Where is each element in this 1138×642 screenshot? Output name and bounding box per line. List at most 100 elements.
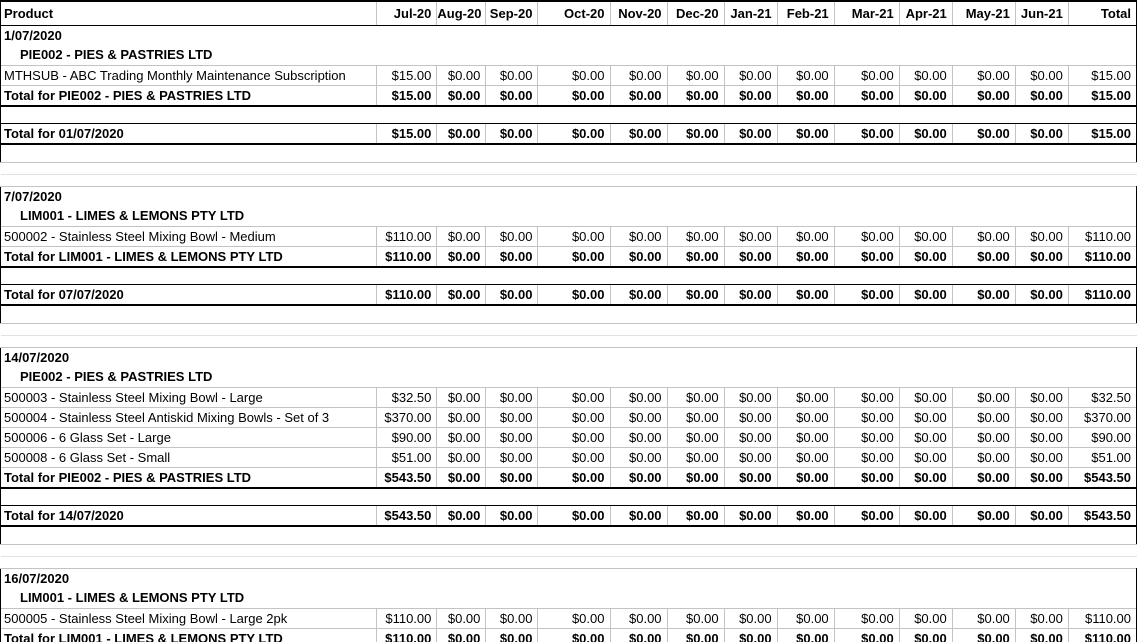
amount-cell-may-21[interactable]: $0.00 [952, 407, 1015, 427]
date-label-cell[interactable]: 1/07/2020 [1, 25, 1137, 45]
amount-cell-total[interactable]: $110.00 [1068, 246, 1136, 267]
amount-cell-apr-21[interactable]: $0.00 [899, 285, 952, 306]
amount-cell-jun-21[interactable]: $0.00 [1015, 427, 1068, 447]
amount-cell-nov-20[interactable]: $0.00 [610, 85, 667, 106]
date-label-cell[interactable]: 7/07/2020 [1, 186, 1137, 206]
amount-cell-dec-20[interactable]: $0.00 [667, 628, 724, 642]
amount-cell-nov-20[interactable]: $0.00 [610, 407, 667, 427]
amount-cell-apr-21[interactable]: $0.00 [899, 124, 952, 145]
column-header-aug-20[interactable]: Aug-20 [437, 1, 486, 25]
amount-cell-jun-21[interactable]: $0.00 [1015, 65, 1068, 85]
amount-cell-apr-21[interactable]: $0.00 [899, 608, 952, 628]
amount-cell-nov-20[interactable]: $0.00 [610, 65, 667, 85]
amount-cell-jun-21[interactable]: $0.00 [1015, 506, 1068, 527]
amount-cell-sep-20[interactable]: $0.00 [486, 427, 538, 447]
amount-cell-jul-20[interactable]: $110.00 [377, 628, 437, 642]
amount-cell-jan-21[interactable]: $0.00 [724, 246, 777, 267]
amount-cell-may-21[interactable]: $0.00 [952, 628, 1015, 642]
amount-cell-mar-21[interactable]: $0.00 [834, 608, 899, 628]
amount-cell-jan-21[interactable]: $0.00 [724, 387, 777, 407]
amount-cell-dec-20[interactable]: $0.00 [667, 246, 724, 267]
amount-cell-aug-20[interactable]: $0.00 [437, 628, 486, 642]
column-header-nov-20[interactable]: Nov-20 [610, 1, 667, 25]
amount-cell-dec-20[interactable]: $0.00 [667, 407, 724, 427]
total-label-cell[interactable]: Total for 07/07/2020 [1, 285, 377, 306]
amount-cell-apr-21[interactable]: $0.00 [899, 226, 952, 246]
amount-cell-jan-21[interactable]: $0.00 [724, 285, 777, 306]
column-header-product[interactable]: Product [1, 1, 377, 25]
amount-cell-apr-21[interactable]: $0.00 [899, 628, 952, 642]
amount-cell-nov-20[interactable]: $0.00 [610, 608, 667, 628]
amount-cell-jan-21[interactable]: $0.00 [724, 65, 777, 85]
amount-cell-mar-21[interactable]: $0.00 [834, 387, 899, 407]
amount-cell-oct-20[interactable]: $0.00 [538, 387, 610, 407]
amount-cell-jul-20[interactable]: $51.00 [377, 447, 437, 467]
amount-cell-oct-20[interactable]: $0.00 [538, 447, 610, 467]
amount-cell-total[interactable]: $110.00 [1068, 608, 1136, 628]
amount-cell-jan-21[interactable]: $0.00 [724, 447, 777, 467]
amount-cell-nov-20[interactable]: $0.00 [610, 506, 667, 527]
amount-cell-total[interactable]: $543.50 [1068, 506, 1136, 527]
amount-cell-jun-21[interactable]: $0.00 [1015, 246, 1068, 267]
column-header-apr-21[interactable]: Apr-21 [899, 1, 952, 25]
product-label-cell[interactable]: 500004 - Stainless Steel Antiskid Mixing… [1, 407, 377, 427]
amount-cell-total[interactable]: $51.00 [1068, 447, 1136, 467]
amount-cell-jul-20[interactable]: $90.00 [377, 427, 437, 447]
amount-cell-may-21[interactable]: $0.00 [952, 246, 1015, 267]
amount-cell-oct-20[interactable]: $0.00 [538, 246, 610, 267]
column-header-mar-21[interactable]: Mar-21 [834, 1, 899, 25]
amount-cell-jun-21[interactable]: $0.00 [1015, 608, 1068, 628]
amount-cell-jun-21[interactable]: $0.00 [1015, 447, 1068, 467]
amount-cell-sep-20[interactable]: $0.00 [486, 447, 538, 467]
amount-cell-jun-21[interactable]: $0.00 [1015, 467, 1068, 488]
amount-cell-apr-21[interactable]: $0.00 [899, 407, 952, 427]
amount-cell-sep-20[interactable]: $0.00 [486, 65, 538, 85]
amount-cell-total[interactable]: $15.00 [1068, 124, 1136, 145]
amount-cell-jul-20[interactable]: $543.50 [377, 506, 437, 527]
amount-cell-dec-20[interactable]: $0.00 [667, 427, 724, 447]
amount-cell-nov-20[interactable]: $0.00 [610, 226, 667, 246]
amount-cell-jun-21[interactable]: $0.00 [1015, 407, 1068, 427]
total-label-cell[interactable]: Total for LIM001 - LIMES & LEMONS PTY LT… [1, 246, 377, 267]
amount-cell-feb-21[interactable]: $0.00 [777, 506, 834, 527]
amount-cell-apr-21[interactable]: $0.00 [899, 506, 952, 527]
product-label-cell[interactable]: 500005 - Stainless Steel Mixing Bowl - L… [1, 608, 377, 628]
amount-cell-feb-21[interactable]: $0.00 [777, 467, 834, 488]
amount-cell-nov-20[interactable]: $0.00 [610, 427, 667, 447]
amount-cell-total[interactable]: $15.00 [1068, 85, 1136, 106]
column-header-jun-21[interactable]: Jun-21 [1015, 1, 1068, 25]
amount-cell-sep-20[interactable]: $0.00 [486, 467, 538, 488]
amount-cell-mar-21[interactable]: $0.00 [834, 285, 899, 306]
amount-cell-jan-21[interactable]: $0.00 [724, 85, 777, 106]
amount-cell-feb-21[interactable]: $0.00 [777, 65, 834, 85]
amount-cell-jul-20[interactable]: $110.00 [377, 246, 437, 267]
amount-cell-nov-20[interactable]: $0.00 [610, 246, 667, 267]
amount-cell-mar-21[interactable]: $0.00 [834, 246, 899, 267]
amount-cell-dec-20[interactable]: $0.00 [667, 447, 724, 467]
amount-cell-jan-21[interactable]: $0.00 [724, 124, 777, 145]
amount-cell-may-21[interactable]: $0.00 [952, 467, 1015, 488]
amount-cell-jun-21[interactable]: $0.00 [1015, 85, 1068, 106]
amount-cell-may-21[interactable]: $0.00 [952, 65, 1015, 85]
amount-cell-jun-21[interactable]: $0.00 [1015, 226, 1068, 246]
amount-cell-sep-20[interactable]: $0.00 [486, 506, 538, 527]
amount-cell-dec-20[interactable]: $0.00 [667, 85, 724, 106]
amount-cell-feb-21[interactable]: $0.00 [777, 246, 834, 267]
amount-cell-mar-21[interactable]: $0.00 [834, 628, 899, 642]
amount-cell-mar-21[interactable]: $0.00 [834, 226, 899, 246]
amount-cell-nov-20[interactable]: $0.00 [610, 628, 667, 642]
amount-cell-feb-21[interactable]: $0.00 [777, 387, 834, 407]
amount-cell-may-21[interactable]: $0.00 [952, 447, 1015, 467]
amount-cell-apr-21[interactable]: $0.00 [899, 447, 952, 467]
amount-cell-may-21[interactable]: $0.00 [952, 506, 1015, 527]
amount-cell-may-21[interactable]: $0.00 [952, 226, 1015, 246]
amount-cell-oct-20[interactable]: $0.00 [538, 506, 610, 527]
amount-cell-sep-20[interactable]: $0.00 [486, 387, 538, 407]
amount-cell-nov-20[interactable]: $0.00 [610, 467, 667, 488]
amount-cell-apr-21[interactable]: $0.00 [899, 65, 952, 85]
amount-cell-total[interactable]: $15.00 [1068, 65, 1136, 85]
column-header-jul-20[interactable]: Jul-20 [377, 1, 437, 25]
customer-label-cell[interactable]: LIM001 - LIMES & LEMONS PTY LTD [1, 588, 1137, 608]
amount-cell-jul-20[interactable]: $110.00 [377, 226, 437, 246]
amount-cell-jul-20[interactable]: $110.00 [377, 608, 437, 628]
